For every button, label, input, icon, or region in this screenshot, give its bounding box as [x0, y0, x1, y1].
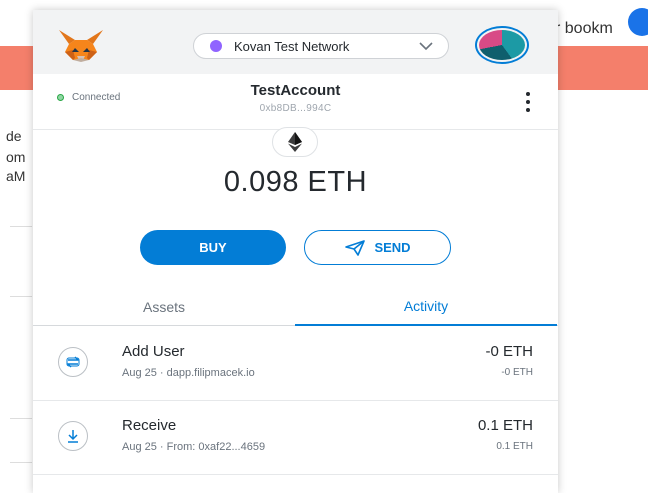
avatar-identicon [479, 30, 525, 60]
metamask-fox-icon[interactable] [55, 28, 107, 64]
send-button-label: SEND [374, 240, 411, 255]
transaction-secondary-amount: 0.1 ETH [496, 441, 533, 452]
send-button[interactable]: SEND [304, 230, 451, 265]
ethereum-diamond-icon [288, 132, 302, 152]
account-address[interactable]: 0xb8DB...994C [33, 103, 558, 114]
wallet-popup: Kovan Test Network Connected TestAccount… [33, 10, 558, 493]
transaction-subtitle: Aug 25 · dapp.filipmacek.io [122, 367, 255, 379]
eth-logo-icon [272, 127, 318, 157]
chevron-down-icon [419, 42, 433, 51]
page-text-fragment: om [6, 149, 26, 165]
network-label: Kovan Test Network [234, 38, 350, 54]
send-icon [345, 239, 366, 256]
transaction-row[interactable]: Receive Aug 25 · From: 0xaf22...4659 0.1… [33, 401, 558, 475]
balance-amount: 0.098 ETH [223, 166, 368, 198]
page-divider [10, 462, 32, 463]
tab-bar: Assets Activity [33, 288, 558, 326]
account-name[interactable]: TestAccount [33, 82, 558, 99]
buy-button[interactable]: BUY [140, 230, 286, 265]
transaction-row[interactable]: Add User Aug 25 · dapp.filipmacek.io -0 … [33, 327, 558, 401]
network-color-dot [210, 40, 222, 52]
transaction-amount: -0 ETH [485, 343, 533, 360]
account-bar: Connected TestAccount 0xb8DB...994C [33, 74, 558, 130]
app-header: Kovan Test Network [33, 10, 558, 74]
network-selector[interactable]: Kovan Test Network [193, 33, 449, 59]
account-avatar[interactable] [475, 26, 529, 64]
interaction-icon [58, 347, 88, 377]
bookmark-text: r bookm [555, 20, 613, 37]
tab-activity[interactable]: Activity [295, 288, 557, 326]
page-divider [10, 226, 32, 227]
transaction-amount: 0.1 ETH [477, 417, 533, 434]
transaction-secondary-amount: -0 ETH [501, 367, 533, 378]
page-text-fragment: aM [6, 168, 26, 184]
page-divider [10, 418, 32, 419]
transaction-title: Add User [122, 343, 185, 360]
page-divider [10, 296, 32, 297]
receive-icon [58, 421, 88, 451]
page-text-fragment: de [6, 128, 22, 144]
tab-assets[interactable]: Assets [33, 288, 295, 326]
transaction-subtitle: Aug 25 · From: 0xaf22...4659 [122, 441, 266, 453]
account-options-menu-icon[interactable] [523, 92, 533, 112]
transaction-title: Receive [122, 417, 177, 434]
browser-profile-icon[interactable] [628, 8, 648, 36]
